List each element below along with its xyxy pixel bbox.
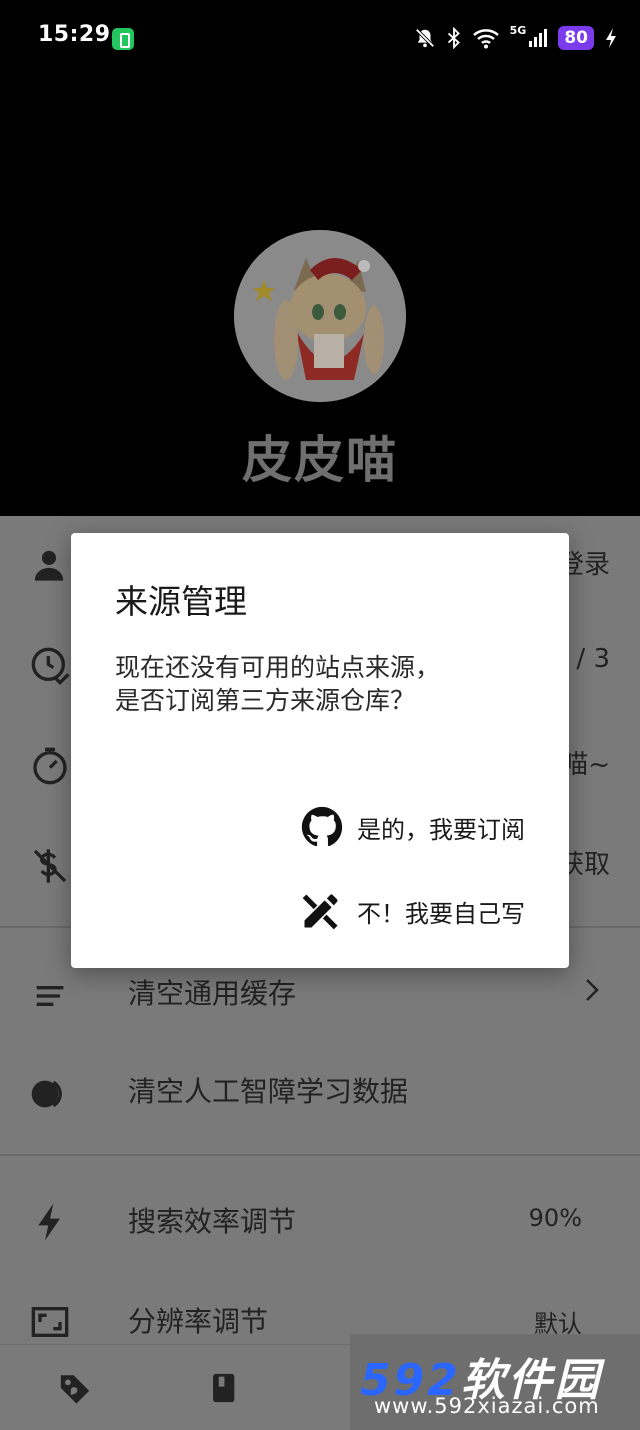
lightning-icon xyxy=(38,1203,60,1241)
search-efficiency-row[interactable]: 搜索效率调节 90% xyxy=(0,1172,640,1268)
watermark-logo: 592软件园 www.592xiazai.com xyxy=(350,1334,640,1430)
divider xyxy=(0,1154,640,1156)
network-type: 5G xyxy=(509,24,527,37)
write-own-button[interactable]: 不！我要自己写 xyxy=(299,887,525,935)
watermark-url: www.592xiazai.com xyxy=(374,1394,600,1418)
clear-ai-row[interactable]: 清空人工智障学习数据 xyxy=(0,1042,640,1138)
person-icon xyxy=(34,550,64,581)
timer-icon xyxy=(33,747,67,785)
dialog-message: 现在还没有可用的站点来源， 是否订阅第三方来源仓库？ xyxy=(115,651,535,717)
toggle-icon xyxy=(31,1080,62,1108)
signal-icon xyxy=(529,29,548,47)
bluetooth-icon xyxy=(447,27,460,49)
tag-icon[interactable] xyxy=(58,1371,92,1405)
username: 皮皮喵 xyxy=(242,431,398,489)
status-bar: 15:29 5G 80 xyxy=(0,0,640,76)
pencil-ruler-icon xyxy=(302,894,338,930)
dialog-title: 来源管理 xyxy=(115,582,247,621)
dialog-message-line2: 是否订阅第三方来源仓库？ xyxy=(115,686,416,715)
battery-level: 80 xyxy=(558,26,594,50)
subscribe-label: 是的，我要订阅 xyxy=(357,815,525,844)
mute-bell-icon xyxy=(415,28,435,48)
profile-header: 皮皮喵 xyxy=(0,76,640,516)
resolution-label: 分辨率调节 xyxy=(128,1305,269,1338)
clear-cache-label: 清空通用缓存 xyxy=(128,977,297,1010)
history-row-value: / 3 xyxy=(576,644,610,674)
avatar-illustration xyxy=(234,230,406,402)
avatar[interactable] xyxy=(234,230,406,402)
dialog-message-line1: 现在还没有可用的站点来源， xyxy=(115,653,441,682)
timer-row-value: 喵~ xyxy=(562,750,610,780)
subscribe-button[interactable]: 是的，我要订阅 xyxy=(301,803,525,851)
battery-saver-icon xyxy=(112,28,134,50)
lines-icon xyxy=(36,986,64,1006)
no-money-icon xyxy=(33,849,67,883)
source-management-dialog: 来源管理 现在还没有可用的站点来源， 是否订阅第三方来源仓库？ 是的，我要订阅 … xyxy=(71,533,569,968)
write-own-label: 不！我要自己写 xyxy=(357,899,525,928)
status-time: 15:29 xyxy=(38,22,111,47)
search-efficiency-label: 搜索效率调节 xyxy=(128,1205,297,1238)
wifi-icon xyxy=(472,29,499,49)
clock-check-icon xyxy=(31,647,70,686)
chevron-right-icon xyxy=(586,979,599,1001)
charging-icon xyxy=(606,28,616,48)
book-icon[interactable] xyxy=(206,1371,240,1405)
status-icons: 5G 80 xyxy=(414,24,618,52)
github-icon xyxy=(301,806,343,847)
aspect-ratio-icon xyxy=(31,1307,69,1337)
clear-ai-label: 清空人工智障学习数据 xyxy=(128,1075,409,1108)
search-efficiency-value: 90% xyxy=(528,1204,582,1232)
